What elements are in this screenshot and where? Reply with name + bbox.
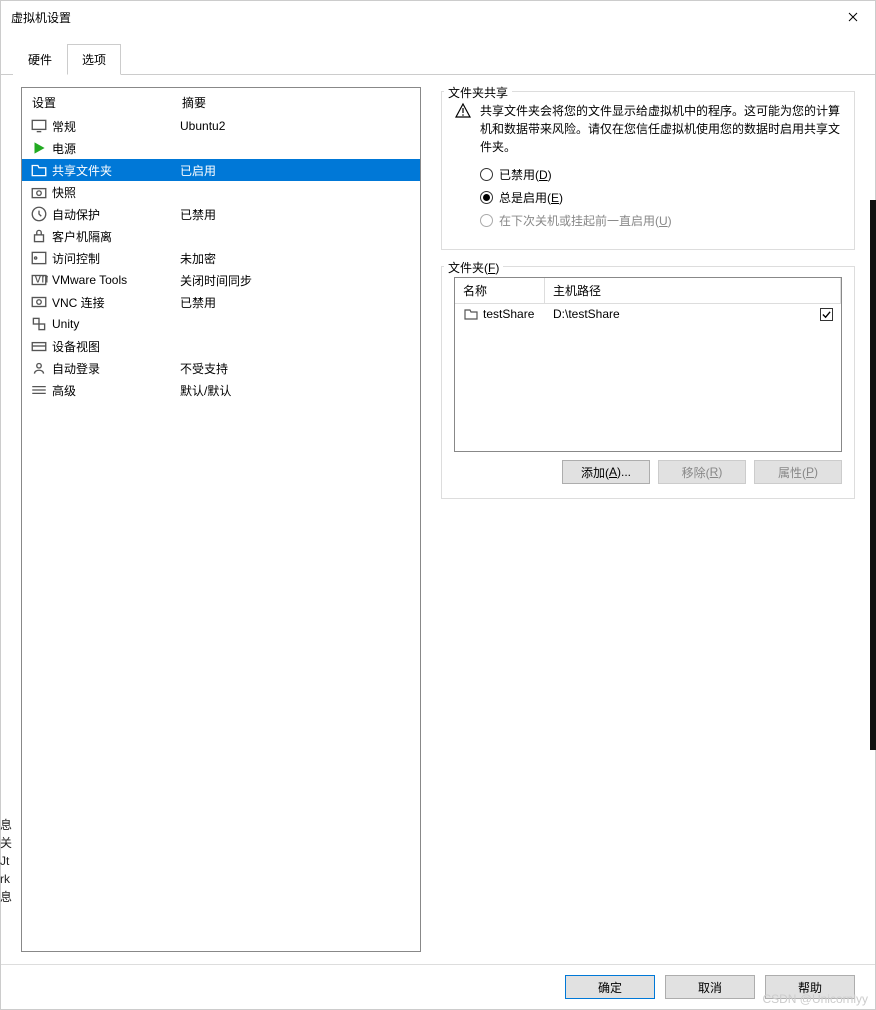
cancel-button[interactable]: 取消 [665, 975, 755, 999]
settings-label: 设备视图 [52, 338, 180, 355]
folder-name: testShare [483, 307, 553, 321]
settings-row-advanced[interactable]: 高级 默认/默认 [22, 379, 420, 401]
remove-folder-button: 移除(R) [658, 460, 746, 484]
settings-row-login[interactable]: 自动登录 不受支持 [22, 357, 420, 379]
radio-icon [480, 168, 493, 181]
settings-summary: 不受支持 [180, 360, 412, 377]
settings-label: VMware Tools [52, 273, 180, 287]
settings-row-folder-share[interactable]: 共享文件夹 已启用 [22, 159, 420, 181]
settings-row-unity[interactable]: Unity [22, 313, 420, 335]
window-title: 虚拟机设置 [11, 9, 71, 26]
folder-header-name: 名称 [455, 278, 545, 303]
camera-icon [30, 184, 48, 200]
folder-list-header: 名称 主机路径 [455, 278, 841, 304]
add-folder-button[interactable]: 添加(A)... [562, 460, 650, 484]
settings-list: 设置 摘要 常规 Ubuntu2 电源 共享文件夹 已启用 快照 自动保护 已禁… [21, 87, 421, 952]
settings-label: 访问控制 [52, 250, 180, 267]
settings-label: 快照 [52, 184, 180, 201]
lock-icon [30, 228, 48, 244]
radio-disabled[interactable]: 已禁用(D) [480, 166, 842, 183]
device-icon [30, 338, 48, 354]
settings-summary: 已禁用 [180, 294, 412, 311]
tab-strip: 硬件 选项 [1, 33, 875, 75]
settings-summary: 关闭时间同步 [180, 272, 412, 289]
settings-label: 常规 [52, 118, 180, 135]
settings-summary: 默认/默认 [180, 382, 412, 399]
settings-label: VNC 连接 [52, 294, 180, 311]
svg-text:vm: vm [35, 271, 49, 285]
clock-icon [30, 206, 48, 222]
titlebar: 虚拟机设置 [1, 1, 875, 33]
settings-summary: 已禁用 [180, 206, 412, 223]
settings-label: 共享文件夹 [52, 162, 180, 179]
settings-label: 自动登录 [52, 360, 180, 377]
settings-summary: 已启用 [180, 162, 412, 179]
settings-label: 高级 [52, 382, 180, 399]
folder-props-button: 属性(P) [754, 460, 842, 484]
settings-label: 客户机隔离 [52, 228, 180, 245]
folders-fieldset: 文件夹(F) 名称 主机路径 testShare D:\testShare 添加… [441, 266, 855, 499]
vm-icon: vm [30, 272, 48, 288]
settings-label: Unity [52, 317, 180, 331]
right-edge-strip [870, 200, 876, 750]
header-setting: 设置 [32, 94, 182, 111]
folder-enabled-checkbox[interactable] [820, 308, 833, 321]
settings-header: 设置 摘要 [22, 88, 420, 115]
warning-icon [454, 102, 472, 120]
settings-row-key[interactable]: 访问控制 未加密 [22, 247, 420, 269]
settings-row-monitor[interactable]: 常规 Ubuntu2 [22, 115, 420, 137]
ok-button[interactable]: 确定 [565, 975, 655, 999]
settings-label: 自动保护 [52, 206, 180, 223]
folder-header-path: 主机路径 [545, 278, 841, 303]
radio-icon [480, 214, 493, 227]
key-icon [30, 250, 48, 266]
tab-hardware[interactable]: 硬件 [13, 44, 67, 75]
radio-icon [480, 191, 493, 204]
warning-text: 共享文件夹会将您的文件显示给虚拟机中的程序。这可能为您的计算机和数据带来风险。请… [480, 102, 842, 156]
close-icon [848, 12, 858, 22]
folder-share-icon [30, 162, 48, 178]
settings-row-lock[interactable]: 客户机隔离 [22, 225, 420, 247]
folder-icon [463, 306, 479, 322]
vnc-icon [30, 294, 48, 310]
settings-row-clock[interactable]: 自动保护 已禁用 [22, 203, 420, 225]
settings-summary: Ubuntu2 [180, 119, 412, 133]
left-edge-text: 息关Jtrk息 [0, 816, 12, 906]
advanced-icon [30, 382, 48, 398]
tab-options[interactable]: 选项 [67, 44, 121, 75]
share-fieldset: 文件夹共享 共享文件夹会将您的文件显示给虚拟机中的程序。这可能为您的计算机和数据… [441, 91, 855, 250]
settings-row-device[interactable]: 设备视图 [22, 335, 420, 357]
folders-legend: 文件夹(F) [444, 259, 503, 276]
share-legend: 文件夹共享 [444, 84, 512, 101]
settings-summary: 未加密 [180, 250, 412, 267]
header-summary: 摘要 [182, 94, 410, 111]
folder-path: D:\testShare [553, 307, 820, 321]
footer: 确定 取消 帮助 [1, 964, 875, 1009]
monitor-icon [30, 118, 48, 134]
close-button[interactable] [830, 2, 875, 32]
settings-row-play[interactable]: 电源 [22, 137, 420, 159]
unity-icon [30, 316, 48, 332]
settings-label: 电源 [52, 140, 180, 157]
settings-row-vm[interactable]: vm VMware Tools 关闭时间同步 [22, 269, 420, 291]
settings-row-camera[interactable]: 快照 [22, 181, 420, 203]
radio-until: 在下次关机或挂起前一直启用(U) [480, 212, 842, 229]
radio-always[interactable]: 总是启用(E) [480, 189, 842, 206]
play-icon [30, 140, 48, 156]
folder-list[interactable]: 名称 主机路径 testShare D:\testShare [454, 277, 842, 452]
settings-row-vnc[interactable]: VNC 连接 已禁用 [22, 291, 420, 313]
watermark: CSDN @Unicornlyy [762, 992, 868, 1006]
login-icon [30, 360, 48, 376]
folder-row[interactable]: testShare D:\testShare [455, 304, 841, 324]
